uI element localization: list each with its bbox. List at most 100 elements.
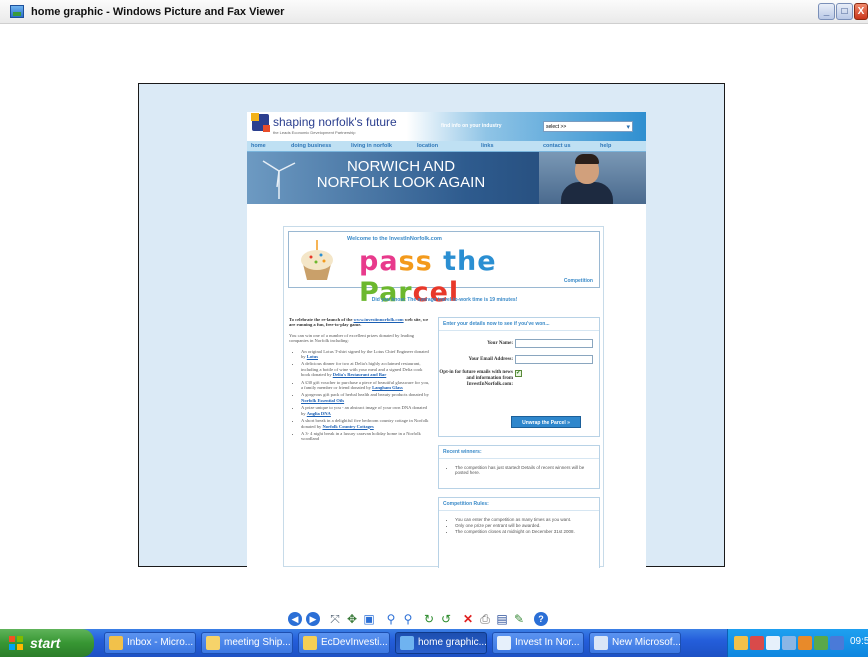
rotate-clockwise-icon[interactable]: ↻ bbox=[422, 612, 436, 626]
site-logo-text: shaping norfolk's future bbox=[273, 115, 397, 129]
actual-size-icon[interactable]: ✥ bbox=[345, 612, 359, 626]
nav-home: home bbox=[251, 143, 266, 149]
competition-label: Competition bbox=[563, 278, 593, 284]
start-button[interactable]: start bbox=[0, 629, 94, 657]
prize-text: A £30 gift voucher to purchase a piece o… bbox=[301, 379, 430, 391]
tray-outlook-icon[interactable] bbox=[734, 636, 748, 650]
industry-select: select >> bbox=[543, 121, 633, 132]
image-viewer-area: shaping norfolk's future the Leads Econo… bbox=[0, 25, 868, 623]
recent-winners-box: Recent winners: The competition has just… bbox=[438, 445, 600, 489]
parcel-title-part-4: Par bbox=[359, 277, 413, 308]
competition-content: Welcome to the InvestInNorfolk.com pass … bbox=[283, 226, 604, 568]
start-label: start bbox=[30, 635, 61, 651]
prize-item: A delicious dinner for two at Delia's hi… bbox=[301, 361, 431, 377]
slideshow-icon[interactable]: ▣ bbox=[362, 612, 376, 626]
site-banner: NORWICH AND NORFOLK LOOK AGAIN bbox=[247, 152, 646, 204]
banner-person-photo bbox=[539, 152, 646, 204]
banner-line-1: NORWICH AND bbox=[346, 158, 456, 175]
edit-icon[interactable]: ✎ bbox=[512, 612, 526, 626]
windows-flag-icon bbox=[9, 636, 23, 650]
nav-location: location bbox=[417, 143, 439, 149]
competition-rules-title: Competition Rules: bbox=[439, 498, 599, 511]
task-home-graphic[interactable]: home graphic... bbox=[395, 632, 487, 654]
winner-item: The competition has just started! Detail… bbox=[455, 465, 595, 475]
system-tray: 09:54 bbox=[727, 629, 868, 657]
pass-the-parcel-banner: Welcome to the InvestInNorfolk.com pass … bbox=[288, 231, 600, 308]
save-icon[interactable]: ▤ bbox=[495, 612, 509, 626]
entry-form-title: Enter your details now to see if you've … bbox=[439, 318, 599, 331]
email-field bbox=[515, 355, 593, 364]
internet-explorer-icon bbox=[497, 636, 511, 650]
banner-line-2: NORFOLK LOOK AGAIN bbox=[316, 174, 486, 191]
welcome-text: Welcome to the InvestInNorfolk.com bbox=[347, 236, 442, 242]
optin-label: Opt-in for future emails with news and i… bbox=[439, 370, 513, 387]
entry-form-box: Enter your details now to see if you've … bbox=[438, 317, 600, 437]
zoom-in-icon[interactable]: ⚲ bbox=[384, 612, 398, 626]
close-button[interactable]: X bbox=[854, 3, 868, 20]
zoom-out-icon[interactable]: ⚲ bbox=[401, 612, 415, 626]
task-label: home graphic... bbox=[418, 637, 487, 648]
task-label: meeting Ship... bbox=[224, 637, 291, 648]
picture-viewer-icon bbox=[10, 5, 24, 18]
recent-winners-list: The competition has just started! Detail… bbox=[439, 459, 599, 475]
website-screenshot: shaping norfolk's future the Leads Econo… bbox=[247, 112, 646, 568]
prize-sponsor-link: Lotus bbox=[306, 354, 318, 360]
prize-item: A prize unique to you - an abstract imag… bbox=[301, 405, 431, 416]
site-logo-tagline: the Leads Economic Development Partnersh… bbox=[273, 130, 356, 135]
word-document-icon bbox=[594, 636, 608, 650]
window-title: home graphic - Windows Picture and Fax V… bbox=[31, 6, 285, 18]
prize-item: An original Lotus T-shirt signed by the … bbox=[301, 349, 431, 360]
outlook-icon bbox=[109, 636, 123, 650]
prizes-column: To celebrate the re-launch of the www.in… bbox=[289, 317, 431, 444]
prize-text: An original Lotus T-shirt signed by the … bbox=[301, 348, 429, 360]
nav-links: links bbox=[481, 143, 494, 149]
tray-network-icon[interactable] bbox=[766, 636, 780, 650]
print-icon[interactable]: ⎙ bbox=[478, 612, 492, 626]
prize-list: An original Lotus T-shirt signed by the … bbox=[289, 349, 431, 442]
prize-sponsor-link: Anglia DNA bbox=[306, 410, 331, 416]
delete-icon[interactable]: ✕ bbox=[461, 612, 475, 626]
best-fit-icon[interactable]: ⤧ bbox=[328, 612, 342, 626]
tray-volume-icon[interactable] bbox=[830, 636, 844, 650]
optin-checkbox: ✓ bbox=[515, 370, 522, 377]
task-ecdev[interactable]: EcDevInvesti... bbox=[298, 632, 390, 654]
rule-item: You can enter the competition as many ti… bbox=[455, 517, 595, 522]
task-meeting[interactable]: meeting Ship... bbox=[201, 632, 293, 654]
tray-update-icon[interactable] bbox=[814, 636, 828, 650]
maximize-button[interactable]: □ bbox=[836, 3, 853, 20]
task-inbox[interactable]: Inbox - Micro... bbox=[104, 632, 196, 654]
next-image-icon[interactable]: ▶ bbox=[306, 612, 320, 626]
task-new-microsoft[interactable]: New Microsof... bbox=[589, 632, 681, 654]
displayed-image: shaping norfolk's future the Leads Econo… bbox=[138, 83, 725, 568]
competition-rules-box: Competition Rules: You can enter the com… bbox=[438, 497, 600, 568]
nav-doing-business: doing business bbox=[291, 143, 332, 149]
parcel-title-part-5: cel bbox=[412, 277, 460, 308]
prize-text: A 3- 4 night break in a luxury caravan h… bbox=[301, 430, 421, 442]
prize-text: A gorgeous gift pack of herbal health an… bbox=[301, 392, 429, 398]
minimize-button[interactable]: _ bbox=[818, 3, 835, 20]
tray-security-icon[interactable] bbox=[750, 636, 764, 650]
rule-item: Only one prize per entrant will be award… bbox=[455, 523, 595, 528]
prize-item: A 3- 4 night break in a luxury caravan h… bbox=[301, 431, 431, 442]
rotate-counterclockwise-icon[interactable]: ↺ bbox=[439, 612, 453, 626]
clock: 09:54 bbox=[850, 636, 868, 647]
task-label: EcDevInvesti... bbox=[321, 637, 388, 648]
task-invest-in-norfolk[interactable]: Invest In Nor... bbox=[492, 632, 584, 654]
site-header: shaping norfolk's future the Leads Econo… bbox=[247, 112, 646, 141]
prizes-intro: You can win one of a number of excellent… bbox=[289, 332, 415, 344]
prize-item: A gorgeous gift pack of herbal health an… bbox=[301, 392, 431, 403]
person-hair bbox=[575, 154, 599, 164]
previous-image-icon[interactable]: ◀ bbox=[288, 612, 302, 626]
help-icon[interactable]: ? bbox=[534, 612, 548, 626]
competition-rules-list: You can enter the competition as many ti… bbox=[439, 511, 599, 535]
industry-prompt: find info on your industry bbox=[441, 123, 502, 129]
nav-contact-us: contact us bbox=[543, 143, 571, 149]
prize-item: A short break in a delightful five bedro… bbox=[301, 418, 431, 429]
task-label: Invest In Nor... bbox=[515, 637, 580, 648]
task-label: New Microsof... bbox=[612, 637, 681, 648]
person-body bbox=[561, 182, 613, 204]
tray-display-icon[interactable] bbox=[782, 636, 796, 650]
tray-app-icon[interactable] bbox=[798, 636, 812, 650]
email-icon bbox=[206, 636, 220, 650]
parcel-title-part-3: the bbox=[432, 246, 497, 277]
